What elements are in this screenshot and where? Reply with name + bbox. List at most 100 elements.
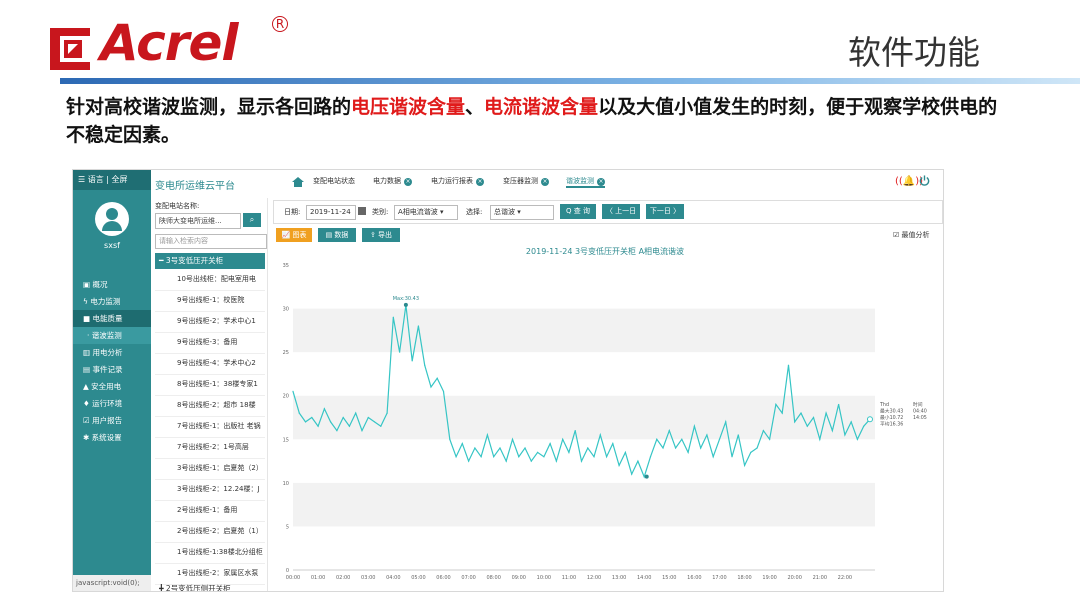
nav-item-overview[interactable]: ▣ 概况 — [73, 276, 151, 293]
data-point — [348, 425, 351, 427]
data-point — [706, 434, 708, 436]
tab-power-report[interactable]: 电力运行报表 × — [431, 176, 484, 186]
language-fullscreen-bar[interactable]: ☰ 语言 | 全屏 — [73, 170, 151, 190]
tree-row[interactable]: 7号出线柜-1：出版社 老锅 — [155, 416, 265, 438]
tree-search-input[interactable]: 请输入检索内容 — [155, 234, 267, 249]
tree-row[interactable]: 2号出线柜-2：启夏苑（1） — [155, 521, 265, 543]
nav-item-usage-analysis[interactable]: ▥ 用电分析 — [73, 344, 151, 361]
data-point — [336, 429, 338, 432]
slide-title: 软件功能 — [848, 33, 980, 72]
x-tick-label: 16:00 — [687, 575, 701, 581]
nav-item-power-quality[interactable]: ■ 电能质量 — [73, 310, 151, 327]
data-point — [574, 429, 576, 432]
data-point — [593, 456, 595, 458]
nav-item-harmonic[interactable]: · 谐波监测 — [73, 327, 151, 344]
data-point — [367, 416, 369, 419]
data-point — [762, 429, 764, 432]
nav-item-user-report[interactable]: ☑ 用户报告 — [73, 412, 151, 429]
query-button[interactable]: Q 查 询 — [560, 204, 596, 219]
data-point — [342, 416, 344, 419]
nav-item-event-log[interactable]: ▤ 事件记录 — [73, 361, 151, 378]
status-bar: javascript:void(0); — [73, 575, 151, 591]
close-icon: × — [541, 178, 549, 186]
tree-row[interactable]: 9号出线柜-2：学术中心1 — [155, 311, 265, 333]
nav-item-settings[interactable]: ✱ 系统设置 — [73, 429, 151, 446]
tree-group-2[interactable]: ╋ 2号变低压侧开关柜 — [155, 581, 265, 591]
x-tick-label: 10:00 — [537, 575, 551, 581]
tree-row[interactable]: 9号出线柜-4：学术中心2 — [155, 353, 265, 375]
next-day-button[interactable]: 下一日 〉 — [646, 204, 684, 219]
grid-band — [293, 439, 875, 483]
circuit-tree-panel: 变配电站名称: 陕师大变电所运维... ⌕ 请输入检索内容 ━ 3号变低压开关柜… — [153, 198, 268, 591]
data-point — [844, 434, 846, 436]
tree-row[interactable]: 9号出线柜-1：校医院 — [155, 290, 265, 312]
data-point — [605, 456, 608, 458]
data-point — [386, 412, 388, 414]
tree-row[interactable]: 2号出线柜-1：备用 — [155, 500, 265, 522]
grid-band — [293, 395, 875, 440]
data-point — [430, 386, 432, 388]
avatar[interactable] — [95, 202, 129, 236]
calendar-icon[interactable] — [358, 207, 366, 215]
tree-group-3[interactable]: ━ 3号变低压开关柜 — [155, 253, 265, 269]
y-tick-label: 25 — [283, 350, 289, 356]
tab-station-status[interactable]: 变配电站状态 — [313, 176, 355, 186]
data-point — [505, 460, 507, 462]
prev-day-button[interactable]: 〈 上一日 — [602, 204, 640, 219]
chart-view-button[interactable]: 📈 图表 — [276, 228, 312, 242]
station-select[interactable]: 陕师大变电所运维... — [155, 213, 241, 229]
data-point — [825, 412, 827, 414]
extreme-analysis-checkbox[interactable]: ☑ 最值分析 — [893, 230, 930, 240]
max-point — [403, 302, 408, 307]
data-point — [656, 438, 658, 440]
close-icon: × — [404, 178, 412, 186]
data-point — [524, 447, 526, 449]
x-tick-label: 21:00 — [813, 575, 827, 581]
chart-title: 2019-11-24 3号变低压开关柜 A相电流谐波 — [526, 246, 684, 256]
station-label: 变配电站名称: — [155, 202, 200, 210]
y-tick-label: 0 — [286, 568, 289, 574]
home-icon[interactable] — [292, 177, 304, 187]
date-input[interactable]: 2019-11-24 — [306, 205, 356, 220]
avatar-body — [102, 221, 122, 231]
registered-icon: R — [272, 16, 288, 32]
data-point — [562, 438, 564, 440]
harmonic-select[interactable]: 总谐波 ▾ — [490, 205, 554, 220]
data-point — [662, 447, 664, 449]
nav-item-environment[interactable]: ♦ 运行环境 — [73, 395, 151, 412]
x-tick-label: 11:00 — [562, 575, 576, 581]
data-point — [681, 438, 683, 440]
data-point — [355, 412, 357, 414]
tree-row[interactable]: 3号出线柜-2：12.24楼：J — [155, 479, 265, 501]
tab-power-data[interactable]: 电力数据 × — [373, 176, 412, 186]
power-icon[interactable] — [919, 175, 930, 186]
cursor-point — [866, 416, 873, 423]
tree-row[interactable]: 3号出线柜-1：启夏苑（2） — [155, 458, 265, 480]
data-point — [856, 438, 859, 440]
data-point — [775, 403, 777, 406]
tree-row[interactable]: 9号出线柜-3：备用 — [155, 332, 265, 354]
data-view-button[interactable]: ▤ 数据 — [318, 228, 356, 242]
nav-item-safety[interactable]: ▲ 安全用电 — [73, 378, 151, 395]
tab-transformer[interactable]: 变压器监测 × — [503, 176, 549, 186]
data-point — [555, 460, 558, 462]
tree-row[interactable]: 8号出线柜-1：38楼专家1 — [155, 374, 265, 396]
nav-item-power-monitor[interactable]: ϟ 电力监测 — [73, 293, 151, 310]
tree-row[interactable]: 8号出线柜-2：超市 18楼 — [155, 395, 265, 417]
tree-row[interactable]: 1号出线柜-1:38楼北分组柜 — [155, 542, 265, 564]
search-button[interactable]: ⌕ — [243, 213, 261, 227]
type-select[interactable]: A相电流谐波 ▾ — [394, 205, 458, 220]
tab-harmonic[interactable]: 谐波监测 × — [566, 176, 605, 188]
filter-bar: 日期: 2019-11-24 类别: A相电流谐波 ▾ 选择: 总谐波 ▾ Q … — [273, 200, 943, 224]
x-tick-label: 15:00 — [662, 575, 676, 581]
desc-part: 针对高校谐波监测，显示各回路的 — [66, 96, 352, 118]
data-point — [292, 390, 294, 392]
tree-row[interactable]: 10号出线柜：配电室用电 — [155, 269, 265, 291]
export-button[interactable]: ⇪ 导出 — [362, 228, 400, 242]
nav-rail: ☰ 语言 | 全屏 sxsf ▣ 概况 ϟ 电力监测 ■ 电能质量 · 谐波监测… — [73, 170, 151, 591]
data-point — [536, 451, 539, 453]
data-point — [637, 460, 639, 462]
legend-key: 最大30.43 — [880, 408, 903, 415]
x-tick-label: 00:00 — [286, 575, 300, 581]
tree-row[interactable]: 7号出线柜-2：1号高层 — [155, 437, 265, 459]
